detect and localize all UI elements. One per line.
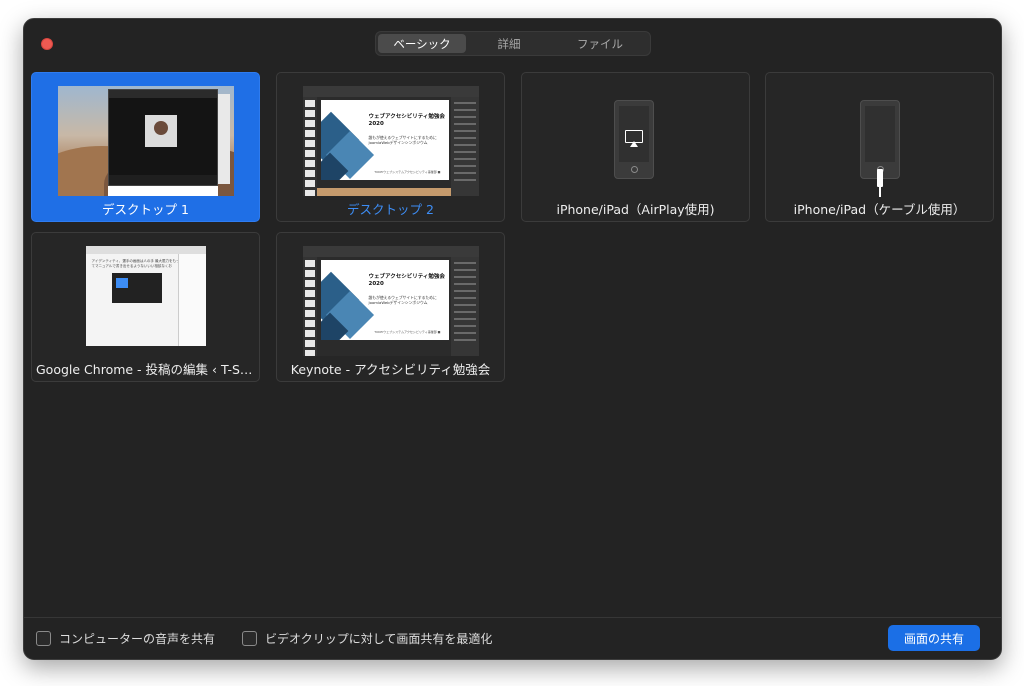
tile-label: デスクトップ 1 bbox=[102, 202, 189, 217]
chrome-page-text: アイデンティティ、選手の画面は人の手 最大限力をもってマニュアルで書き出せるよう… bbox=[91, 259, 180, 268]
tab-basic[interactable]: ベーシック bbox=[378, 34, 466, 53]
tab-files[interactable]: ファイル bbox=[552, 34, 648, 53]
phone-icon bbox=[860, 100, 900, 179]
tile-google-chrome[interactable]: アイデンティティ、選手の画面は人の手 最大限力をもってマニュアルで書き出せるよう… bbox=[31, 232, 260, 382]
optimize-video-checkbox[interactable]: ビデオクリップに対して画面共有を最適化 bbox=[242, 630, 492, 647]
share-screen-button[interactable]: 画面の共有 bbox=[888, 625, 980, 651]
tile-label: Google Chrome - 投稿の編集 ‹ T-ST... bbox=[36, 362, 258, 377]
checkbox-box[interactable] bbox=[242, 631, 257, 646]
desktop-2-thumbnail: ウェブアクセシビリティ勉強会 2020 誰もが使えるウェブサイトにするために Joo… bbox=[302, 86, 479, 196]
share-screen-dialog: ベーシック 詳細 ファイル デスクトップ 1 ウェブアクセシビリティ勉強会 202… bbox=[23, 18, 1002, 660]
slide-subtitle-2: JoomlaWebデザインシンポジウム bbox=[368, 299, 428, 305]
keynote-thumbnail: ウェブアクセシビリティ勉強会 2020 誰もが使えるウェブサイトにするために Joo… bbox=[302, 246, 479, 356]
slide-footer: TOKEIウェブシステムアクセシビリティ事業部 ■ bbox=[374, 330, 441, 334]
tile-label: iPhone/iPad（ケーブル使用） bbox=[793, 202, 966, 217]
close-window-button[interactable] bbox=[41, 38, 53, 50]
tile-label: Keynote - アクセシビリティ勉強会 bbox=[290, 362, 491, 377]
tile-iphone-airplay[interactable]: iPhone/iPad（AirPlay使用) bbox=[521, 72, 750, 222]
chrome-thumbnail: アイデンティティ、選手の画面は人の手 最大限力をもってマニュアルで書き出せるよう… bbox=[85, 246, 206, 346]
slide-title: ウェブアクセシビリティ勉強会 bbox=[368, 274, 445, 280]
tab-advanced[interactable]: 詳細 bbox=[466, 34, 552, 53]
checkbox-box[interactable] bbox=[36, 631, 51, 646]
share-audio-checkbox[interactable]: コンピューターの音声を共有 bbox=[36, 630, 215, 647]
tab-bar: ベーシック 詳細 ファイル bbox=[375, 31, 651, 56]
dialog-footer: コンピューターの音声を共有 ビデオクリップに対して画面共有を最適化 画面の共有 bbox=[24, 617, 1001, 659]
tile-desktop-2[interactable]: ウェブアクセシビリティ勉強会 2020 誰もが使えるウェブサイトにするために Joo… bbox=[276, 72, 505, 222]
tile-label: iPhone/iPad（AirPlay使用) bbox=[556, 202, 715, 217]
tile-desktop-1[interactable]: デスクトップ 1 bbox=[31, 72, 260, 222]
slide-year: 2020 bbox=[368, 120, 384, 127]
slide-year: 2020 bbox=[368, 280, 384, 287]
slide-title: ウェブアクセシビリティ勉強会 bbox=[368, 114, 445, 120]
lightning-cable-icon bbox=[877, 169, 883, 197]
avatar bbox=[144, 115, 177, 147]
tile-keynote[interactable]: ウェブアクセシビリティ勉強会 2020 誰もが使えるウェブサイトにするために Joo… bbox=[276, 232, 505, 382]
slide-subtitle-2: JoomlaWebデザインシンポジウム bbox=[368, 139, 428, 145]
optimize-video-label: ビデオクリップに対して画面共有を最適化 bbox=[265, 632, 493, 646]
share-audio-label: コンピューターの音声を共有 bbox=[59, 632, 216, 646]
tile-iphone-cable[interactable]: iPhone/iPad（ケーブル使用） bbox=[765, 72, 994, 222]
desktop-1-thumbnail bbox=[57, 86, 234, 196]
slide-footer: TOKEIウェブシステムアクセシビリティ事業部 ■ bbox=[374, 170, 441, 174]
phone-icon bbox=[614, 100, 654, 179]
tile-label: デスクトップ 2 bbox=[347, 202, 434, 217]
airplay-icon bbox=[625, 129, 643, 147]
